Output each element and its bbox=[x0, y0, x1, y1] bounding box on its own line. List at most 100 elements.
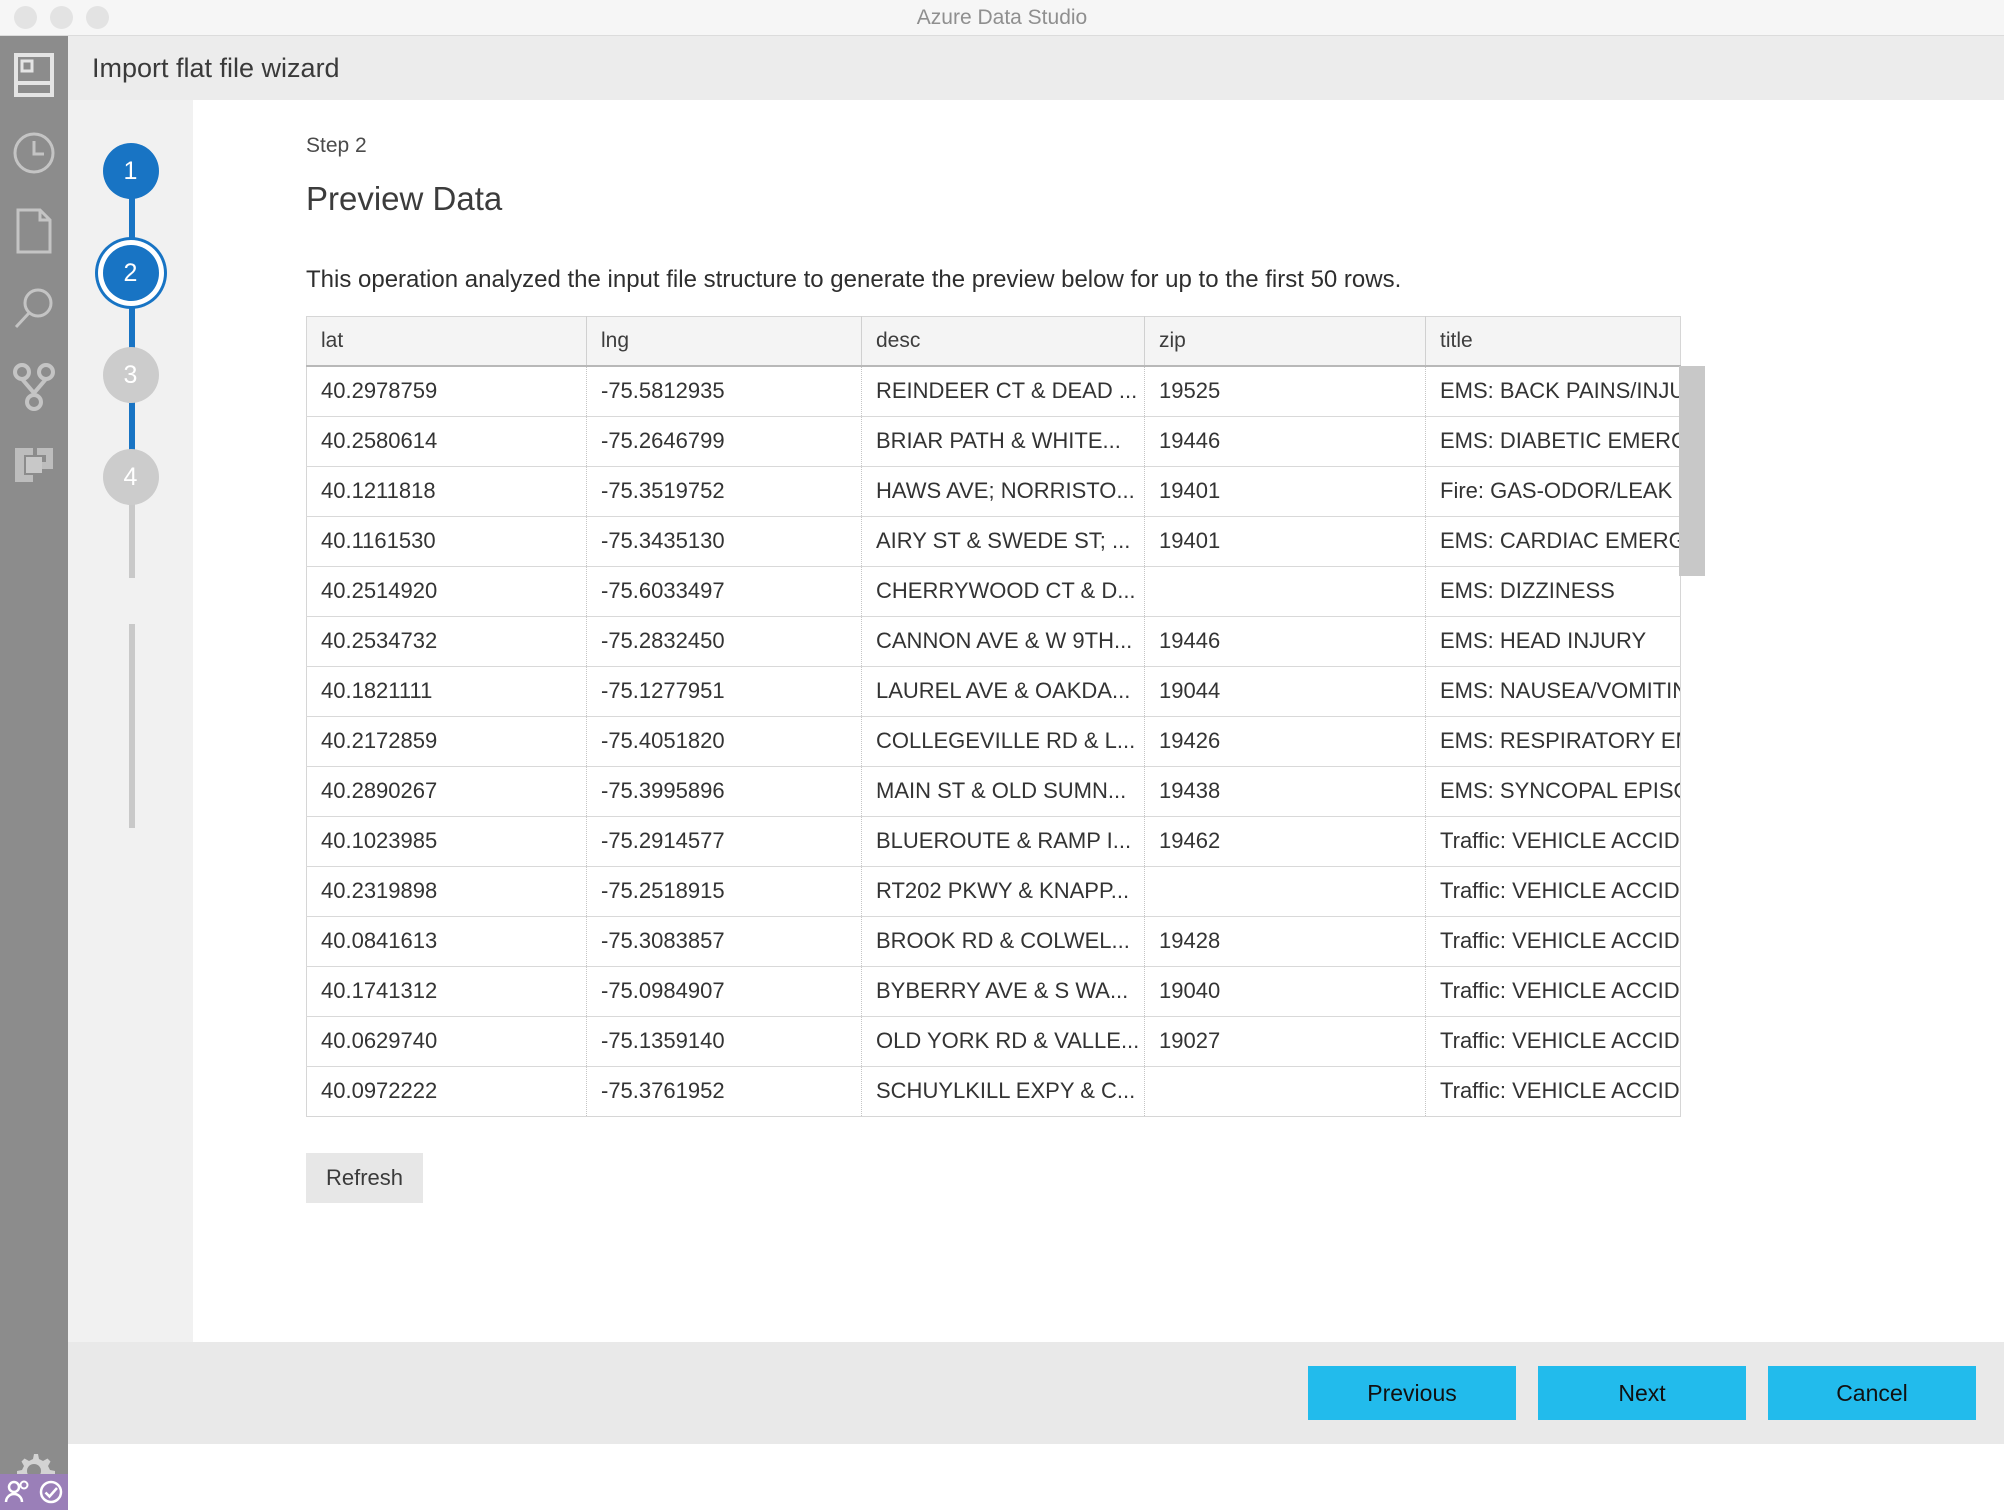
table-cell-desc[interactable]: AIRY ST & SWEDE ST; ... bbox=[861, 516, 1145, 567]
table-row[interactable]: 40.2319898 -75.2518915 RT202 PKWY & KNAPP.… bbox=[306, 866, 1681, 917]
table-cell-lat[interactable]: 40.2319898 bbox=[306, 866, 587, 917]
table-column-header-title[interactable]: title bbox=[1425, 316, 1681, 367]
table-row[interactable]: 40.2978759 -75.5812935 REINDEER CT & DEAD … bbox=[306, 366, 1681, 417]
table-cell-title[interactable]: Traffic: VEHICLE ACCID... bbox=[1426, 1066, 1681, 1116]
table-cell-zip[interactable]: 19438 bbox=[1144, 766, 1426, 817]
table-cell-title[interactable]: EMS: DIABETIC EMERG... bbox=[1425, 416, 1681, 467]
table-cell-zip[interactable]: 19446 bbox=[1144, 416, 1426, 467]
table-cell-lat[interactable]: 40.1821111 bbox=[306, 666, 587, 717]
extensions-icon[interactable] bbox=[0, 426, 68, 504]
table-cell-lat[interactable]: 40.0841613 bbox=[306, 916, 587, 967]
table-cell-title[interactable]: EMS: BACK PAINS/INJU... bbox=[1425, 366, 1681, 417]
table-cell-zip[interactable] bbox=[1144, 566, 1426, 617]
table-cell-zip[interactable]: 19027 bbox=[1144, 1016, 1426, 1067]
table-cell-lat[interactable]: 40.1161530 bbox=[306, 516, 587, 567]
table-cell-lat[interactable]: 40.2514920 bbox=[306, 566, 587, 617]
table-cell-desc[interactable]: CANNON AVE & W 9TH... bbox=[861, 616, 1145, 667]
file-document-icon[interactable] bbox=[0, 192, 68, 270]
table-cell-lng[interactable]: -75.1359140 bbox=[586, 1016, 862, 1067]
source-control-branch-icon[interactable] bbox=[0, 348, 68, 426]
accounts-person-icon[interactable] bbox=[0, 1480, 34, 1504]
table-cell-lat[interactable]: 40.2534732 bbox=[306, 616, 587, 667]
table-cell-lat[interactable]: 40.2172859 bbox=[306, 716, 587, 767]
check-circle-icon[interactable] bbox=[34, 1480, 68, 1504]
table-cell-desc[interactable]: REINDEER CT & DEAD ... bbox=[861, 366, 1145, 417]
table-row[interactable]: 40.2172859 -75.4051820 COLLEGEVILLE RD & L… bbox=[306, 716, 1681, 767]
table-cell-desc[interactable]: BROOK RD & COLWEL... bbox=[861, 916, 1145, 967]
table-cell-lng[interactable]: -75.2914577 bbox=[586, 816, 862, 867]
table-cell-title[interactable]: EMS: SYNCOPAL EPISO... bbox=[1425, 766, 1681, 817]
table-cell-lng[interactable]: -75.3761952 bbox=[586, 1066, 862, 1116]
table-cell-lng[interactable]: -75.2518915 bbox=[586, 866, 862, 917]
table-row[interactable]: 40.1741312 -75.0984907 BYBERRY AVE & S WA.… bbox=[306, 966, 1681, 1017]
table-row[interactable]: 40.2534732 -75.2832450 CANNON AVE & W 9TH.… bbox=[306, 616, 1681, 667]
table-row[interactable]: 40.1821111 -75.1277951 LAUREL AVE & OAKDA.… bbox=[306, 666, 1681, 717]
table-cell-lng[interactable]: -75.1277951 bbox=[586, 666, 862, 717]
table-cell-zip[interactable] bbox=[1144, 1066, 1426, 1116]
table-column-header-desc[interactable]: desc bbox=[861, 316, 1145, 367]
table-row[interactable]: 40.1161530 -75.3435130 AIRY ST & SWEDE ST;… bbox=[306, 516, 1681, 567]
table-cell-title[interactable]: Traffic: VEHICLE ACCID... bbox=[1425, 866, 1681, 917]
table-cell-desc[interactable]: MAIN ST & OLD SUMN... bbox=[861, 766, 1145, 817]
previous-button[interactable]: Previous bbox=[1308, 1366, 1516, 1420]
table-cell-lng[interactable]: -75.0984907 bbox=[586, 966, 862, 1017]
table-cell-lng[interactable]: -75.3435130 bbox=[586, 516, 862, 567]
table-cell-zip[interactable]: 19040 bbox=[1144, 966, 1426, 1017]
table-cell-desc[interactable]: HAWS AVE; NORRISTO... bbox=[861, 466, 1145, 517]
table-row[interactable]: 40.2580614 -75.2646799 BRIAR PATH & WHITE.… bbox=[306, 416, 1681, 467]
table-cell-lat[interactable]: 40.1741312 bbox=[306, 966, 587, 1017]
table-cell-zip[interactable]: 19401 bbox=[1144, 466, 1426, 517]
table-cell-title[interactable]: Traffic: VEHICLE ACCID... bbox=[1425, 966, 1681, 1017]
table-cell-zip[interactable]: 19428 bbox=[1144, 916, 1426, 967]
table-cell-title[interactable]: Traffic: VEHICLE ACCID... bbox=[1425, 1016, 1681, 1067]
table-cell-title[interactable]: EMS: HEAD INJURY bbox=[1425, 616, 1681, 667]
table-cell-lng[interactable]: -75.4051820 bbox=[586, 716, 862, 767]
table-cell-lat[interactable]: 40.0629740 bbox=[306, 1016, 587, 1067]
table-vertical-scrollbar[interactable] bbox=[1679, 366, 1705, 576]
table-column-header-lat[interactable]: lat bbox=[306, 316, 587, 367]
table-row[interactable]: 40.1023985 -75.2914577 BLUEROUTE & RAMP I.… bbox=[306, 816, 1681, 867]
table-cell-lng[interactable]: -75.2832450 bbox=[586, 616, 862, 667]
table-row[interactable]: 40.2890267 -75.3995896 MAIN ST & OLD SUMN.… bbox=[306, 766, 1681, 817]
table-cell-lng[interactable]: -75.3995896 bbox=[586, 766, 862, 817]
refresh-button[interactable]: Refresh bbox=[306, 1152, 424, 1203]
table-cell-desc[interactable]: COLLEGEVILLE RD & L... bbox=[861, 716, 1145, 767]
table-cell-lat[interactable]: 40.1023985 bbox=[306, 816, 587, 867]
table-cell-desc[interactable]: CHERRYWOOD CT & D... bbox=[861, 566, 1145, 617]
table-row[interactable]: 40.0972222 -75.3761952 SCHUYLKILL EXPY & C… bbox=[306, 1066, 1681, 1116]
table-cell-lng[interactable]: -75.6033497 bbox=[586, 566, 862, 617]
table-cell-lng[interactable]: -75.3083857 bbox=[586, 916, 862, 967]
table-cell-zip[interactable]: 19462 bbox=[1144, 816, 1426, 867]
table-column-header-zip[interactable]: zip bbox=[1144, 316, 1426, 367]
table-cell-title[interactable]: Traffic: VEHICLE ACCID... bbox=[1425, 816, 1681, 867]
table-cell-lng[interactable]: -75.3519752 bbox=[586, 466, 862, 517]
table-row[interactable]: 40.2514920 -75.6033497 CHERRYWOOD CT & D..… bbox=[306, 566, 1681, 617]
table-cell-zip[interactable]: 19446 bbox=[1144, 616, 1426, 667]
table-cell-zip[interactable]: 19525 bbox=[1144, 366, 1426, 417]
table-cell-title[interactable]: EMS: CARDIAC EMERG... bbox=[1425, 516, 1681, 567]
table-cell-zip[interactable]: 19426 bbox=[1144, 716, 1426, 767]
table-cell-desc[interactable]: BRIAR PATH & WHITE... bbox=[861, 416, 1145, 467]
table-cell-lat[interactable]: 40.0972222 bbox=[306, 1066, 587, 1116]
table-cell-zip[interactable]: 19401 bbox=[1144, 516, 1426, 567]
table-cell-title[interactable]: Traffic: VEHICLE ACCID... bbox=[1425, 916, 1681, 967]
table-cell-title[interactable]: EMS: DIZZINESS bbox=[1425, 566, 1681, 617]
table-cell-desc[interactable]: SCHUYLKILL EXPY & C... bbox=[861, 1066, 1145, 1116]
table-cell-desc[interactable]: RT202 PKWY & KNAPP... bbox=[861, 866, 1145, 917]
servers-icon[interactable] bbox=[0, 36, 68, 114]
table-cell-desc[interactable]: LAUREL AVE & OAKDA... bbox=[861, 666, 1145, 717]
table-cell-lat[interactable]: 40.2580614 bbox=[306, 416, 587, 467]
table-cell-lat[interactable]: 40.1211818 bbox=[306, 466, 587, 517]
search-magnifier-icon[interactable] bbox=[0, 270, 68, 348]
table-cell-title[interactable]: Fire: GAS-ODOR/LEAK bbox=[1425, 466, 1681, 517]
table-cell-title[interactable]: EMS: RESPIRATORY EM... bbox=[1425, 716, 1681, 767]
next-button[interactable]: Next bbox=[1538, 1366, 1746, 1420]
table-cell-zip[interactable] bbox=[1144, 866, 1426, 917]
table-cell-lat[interactable]: 40.2978759 bbox=[306, 366, 587, 417]
table-cell-lat[interactable]: 40.2890267 bbox=[306, 766, 587, 817]
table-row[interactable]: 40.0629740 -75.1359140 OLD YORK RD & VALLE… bbox=[306, 1016, 1681, 1067]
table-cell-desc[interactable]: BLUEROUTE & RAMP I... bbox=[861, 816, 1145, 867]
table-row[interactable]: 40.0841613 -75.3083857 BROOK RD & COLWEL..… bbox=[306, 916, 1681, 967]
table-cell-lng[interactable]: -75.2646799 bbox=[586, 416, 862, 467]
table-cell-desc[interactable]: BYBERRY AVE & S WA... bbox=[861, 966, 1145, 1017]
